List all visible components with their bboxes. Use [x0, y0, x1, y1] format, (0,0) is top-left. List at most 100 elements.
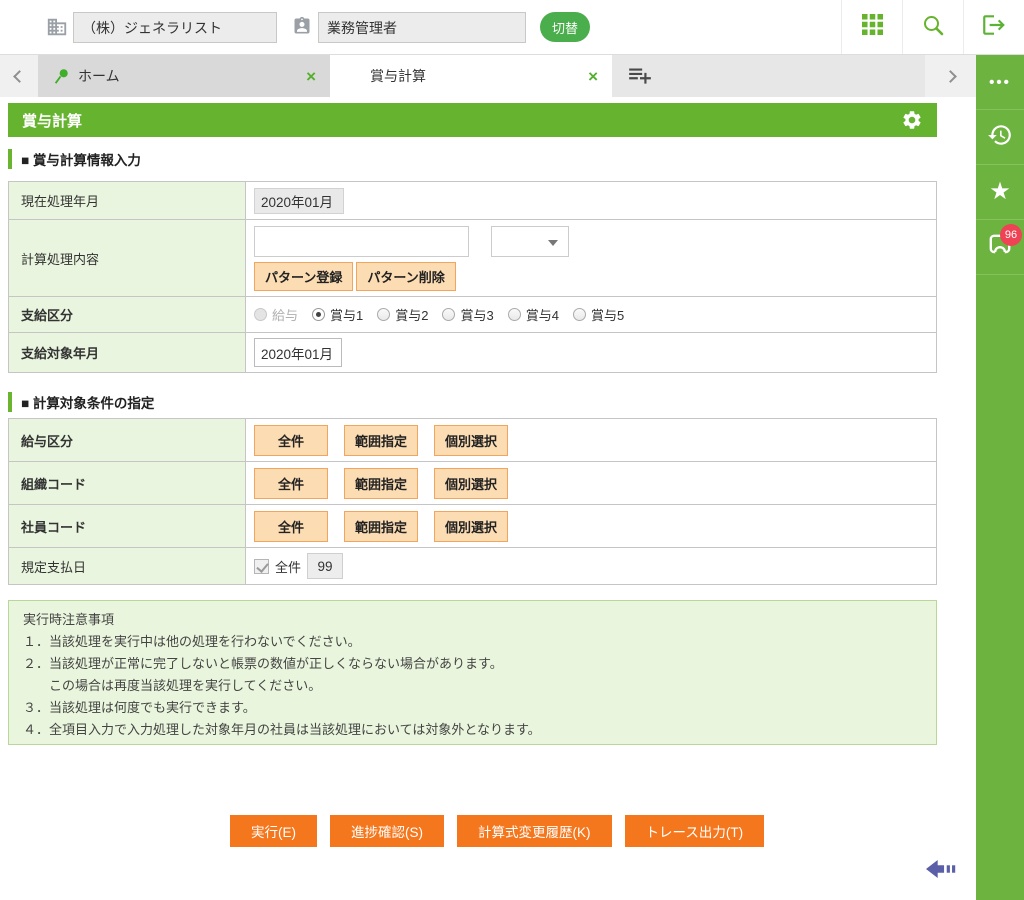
company-building-icon: [46, 16, 68, 43]
favorites-button[interactable]: ★: [976, 165, 1024, 220]
note-line: ２．当該処理が正常に完了しないと帳票の数値が正しくならない場合があります。: [23, 653, 922, 675]
current-month-label: 現在処理年月: [9, 182, 246, 219]
payday-label: 規定支払日: [9, 548, 246, 584]
employee-code-label: 社員コード: [9, 505, 246, 547]
radio-bonus3-circle[interactable]: [442, 308, 455, 321]
note-line: この場合は再度当該処理を実行してください。: [23, 675, 922, 697]
radio-bonus3[interactable]: 賞与3: [442, 305, 493, 324]
notes-title: 実行時注意事項: [23, 609, 922, 631]
trace-output-button[interactable]: トレース出力(T): [625, 815, 765, 847]
row-employee-code: 社員コード 全件 範囲指定 個別選択: [9, 505, 936, 548]
tab-bonus-calc[interactable]: 賞与計算 ×: [330, 55, 612, 97]
salary-class-range-button[interactable]: 範囲指定: [344, 425, 418, 456]
tabs-scroll-left-button[interactable]: [0, 55, 38, 97]
row-payment-type: 支給区分 給与 賞与1 賞与2: [9, 297, 936, 333]
company-input[interactable]: [73, 12, 277, 43]
topbar: 切替: [0, 0, 1024, 55]
org-code-all-button[interactable]: 全件: [254, 468, 328, 499]
notification-badge: 96: [1000, 224, 1022, 246]
pattern-select[interactable]: [491, 226, 569, 257]
search-button[interactable]: [902, 0, 963, 54]
radio-bonus2[interactable]: 賞与2: [377, 305, 428, 324]
employee-code-individual-button[interactable]: 個別選択: [434, 511, 508, 542]
org-code-range-button[interactable]: 範囲指定: [344, 468, 418, 499]
org-code-label: 組織コード: [9, 462, 246, 504]
tab-bonus-calc-close-icon[interactable]: ×: [588, 68, 598, 85]
apps-grid-icon: [862, 14, 883, 40]
radio-salary: 給与: [254, 305, 298, 324]
app-window: 切替: [0, 0, 1024, 900]
radio-bonus3-label: 賞与3: [460, 305, 493, 324]
calc-content-input[interactable]: [254, 226, 469, 257]
section-title-input-info: ■ 賞与計算情報入力: [8, 149, 141, 169]
row-current-month: 現在処理年月: [9, 182, 936, 220]
org-code-individual-button[interactable]: 個別選択: [434, 468, 508, 499]
tabs-scroll-right-button[interactable]: [925, 55, 976, 97]
add-tab-icon: [627, 62, 653, 93]
radio-bonus2-circle[interactable]: [377, 308, 390, 321]
radio-bonus5[interactable]: 賞与5: [573, 305, 624, 324]
role-input[interactable]: [318, 12, 526, 43]
salary-class-all-button[interactable]: 全件: [254, 425, 328, 456]
target-month-label: 支給対象年月: [9, 333, 246, 372]
radio-bonus1-circle[interactable]: [312, 308, 325, 321]
payment-type-radio-group: 給与 賞与1 賞与2 賞与3: [246, 297, 936, 332]
criteria-table: 給与区分 全件 範囲指定 個別選択 組織コード 全件 範囲指定 個別選択 社員コ…: [8, 418, 937, 585]
employee-code-range-button[interactable]: 範囲指定: [344, 511, 418, 542]
collapse-panel-button[interactable]: [926, 857, 964, 881]
more-menu-button[interactable]: •••: [976, 55, 1024, 110]
radio-salary-label: 給与: [272, 305, 298, 324]
row-payday: 規定支払日 全件: [9, 548, 936, 584]
formula-history-button[interactable]: 計算式変更履歴(K): [457, 815, 612, 847]
topbar-actions: [841, 0, 1024, 54]
salary-class-label: 給与区分: [9, 419, 246, 461]
radio-bonus4-label: 賞与4: [526, 305, 559, 324]
tab-bonus-calc-label: 賞与計算: [370, 66, 426, 86]
salary-class-individual-button[interactable]: 個別選択: [434, 425, 508, 456]
chevron-left-icon: [13, 70, 26, 83]
logout-icon: [981, 12, 1007, 43]
target-month-input[interactable]: [254, 338, 342, 367]
section-title-criteria: ■ 計算対象条件の指定: [8, 392, 154, 412]
switch-button[interactable]: 切替: [540, 12, 590, 42]
current-month-input: [254, 188, 344, 214]
pattern-register-button[interactable]: パターン登録: [254, 262, 353, 291]
radio-bonus4-circle[interactable]: [508, 308, 521, 321]
logout-button[interactable]: [963, 0, 1024, 54]
execution-notes: 実行時注意事項 １．当該処理を実行中は他の処理を行わないでください。 ２．当該処…: [8, 600, 937, 745]
note-line: ３．当該処理は何度でも実行できます。: [23, 697, 922, 719]
radio-bonus2-label: 賞与2: [395, 305, 428, 324]
radio-bonus1-label: 賞与1: [330, 305, 363, 324]
notifications-button[interactable]: 96: [976, 220, 1024, 275]
pin-icon: [52, 67, 70, 85]
apps-grid-button[interactable]: [841, 0, 902, 54]
chevron-right-icon: [944, 70, 957, 83]
tab-home[interactable]: ホーム ×: [38, 55, 330, 97]
collapse-arrow-icon: [926, 858, 960, 880]
action-buttons: 実行(E) 進捗確認(S) 計算式変更履歴(K) トレース出力(T): [230, 815, 764, 847]
tab-home-close-icon[interactable]: ×: [306, 68, 316, 85]
radio-bonus5-label: 賞与5: [591, 305, 624, 324]
tab-home-label: ホーム: [78, 66, 120, 86]
employee-code-all-button[interactable]: 全件: [254, 511, 328, 542]
row-calc-content: 計算処理内容 パターン登録 パターン削除: [9, 220, 936, 297]
execute-button[interactable]: 実行(E): [230, 815, 317, 847]
row-salary-class: 給与区分 全件 範囲指定 個別選択: [9, 419, 936, 462]
radio-bonus4[interactable]: 賞与4: [508, 305, 559, 324]
radio-bonus1[interactable]: 賞与1: [312, 305, 363, 324]
radio-bonus5-circle[interactable]: [573, 308, 586, 321]
progress-check-button[interactable]: 進捗確認(S): [330, 815, 444, 847]
row-target-month: 支給対象年月: [9, 333, 936, 372]
tabbar: ホーム × 賞与計算 ×: [0, 55, 976, 97]
payment-type-label: 支給区分: [9, 297, 246, 332]
gear-icon: [901, 109, 923, 131]
payday-checkbox-label: 全件: [275, 557, 301, 576]
payday-input: [307, 553, 343, 579]
settings-button[interactable]: [901, 109, 923, 131]
pattern-delete-button[interactable]: パターン削除: [356, 262, 455, 291]
page-header: 賞与計算: [8, 103, 937, 137]
history-button[interactable]: [976, 110, 1024, 165]
add-tab-button[interactable]: [622, 63, 658, 91]
row-org-code: 組織コード 全件 範囲指定 個別選択: [9, 462, 936, 505]
right-sidebar: ••• ★ 96: [976, 55, 1024, 900]
